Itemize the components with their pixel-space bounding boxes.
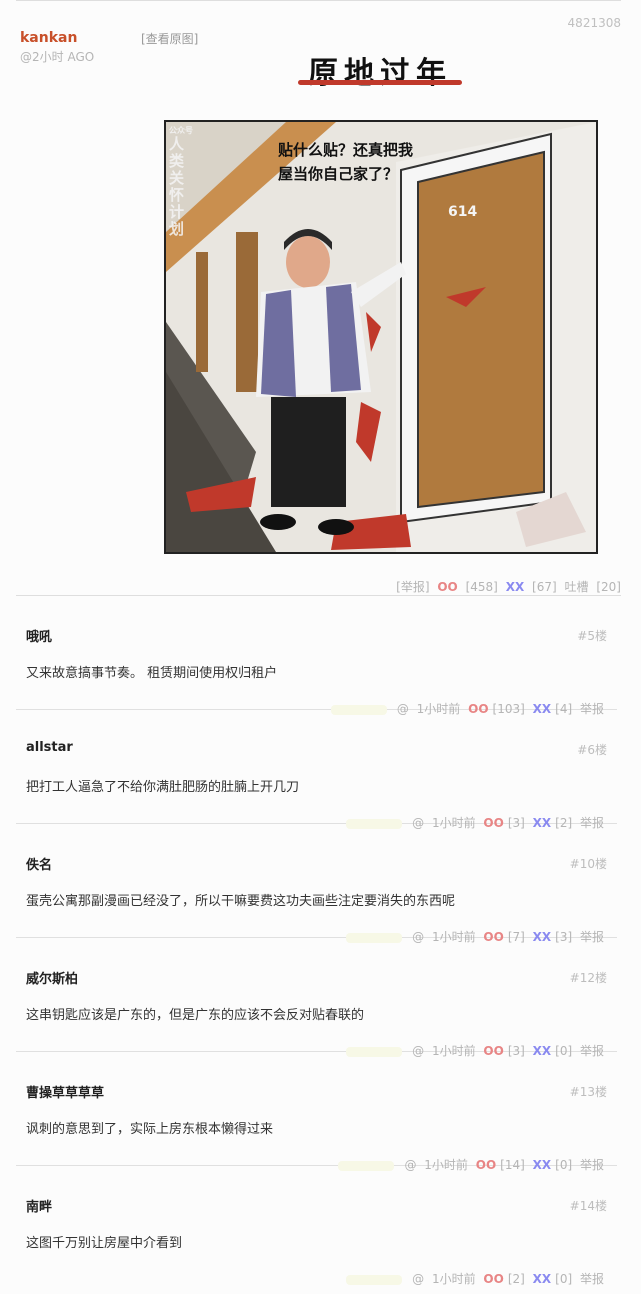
comment: 曹操草草草草 #13楼 讽刺的意思到了，实际上房东根本懒得过来 @ 1小时前 O… [16, 1052, 617, 1172]
oo-button[interactable]: OO [437, 580, 457, 594]
comment: allstar #6楼 把打工人逼急了不给你满肚肥肠的肚腩上开几刀 @ 1小时前… [16, 710, 617, 830]
oo-count: [458] [465, 580, 498, 594]
comment-body: 这图千万别让房屋中介看到 [26, 1236, 183, 1251]
xx-button[interactable]: XX [506, 580, 525, 594]
comment-floor[interactable]: #14楼 [570, 1197, 607, 1214]
divider [16, 0, 621, 1]
comment-body: 这串钥匙应该是广东的，但是广东的应该不会反对贴春联的 [26, 1008, 365, 1023]
post-time: @2小时 AGO [20, 50, 95, 64]
comment-time: 1小时前 [431, 1272, 476, 1286]
xx-button[interactable]: XX [533, 1272, 552, 1286]
tucao-button[interactable]: 吐槽 [565, 580, 589, 594]
comment: 威尔斯柏 #12楼 这串钥匙应该是广东的，但是广东的应该不会反对贴春联的 @ 1… [16, 938, 617, 1058]
oo-button[interactable]: OO [483, 1272, 503, 1286]
comment-actions: @ 1小时前 OO [2] XX [0] 举报 [342, 1270, 604, 1287]
comment-author[interactable]: 南畔 [26, 1196, 52, 1215]
report-button[interactable]: 举报 [580, 1272, 604, 1286]
comment-body: 讽刺的意思到了，实际上房东根本懒得过来 [26, 1122, 274, 1137]
report-button[interactable]: [举报] [396, 580, 429, 594]
speech-bubble: 贴什么贴？还真把我屋当你自己家了？ [278, 141, 414, 183]
comment-floor[interactable]: #12楼 [570, 969, 607, 986]
comment-author[interactable]: 威尔斯柏 [26, 968, 78, 987]
door-number: 614 [448, 204, 478, 220]
post-actions: [举报] OO [458] XX [67] 吐槽 [20] [392, 578, 621, 595]
comment-body: 又来故意搞事节奏。 租赁期间使用权归租户 [26, 666, 278, 681]
highlight [346, 1274, 403, 1285]
comment-floor[interactable]: #13楼 [570, 1083, 607, 1100]
comment-floor[interactable]: #6楼 [577, 741, 607, 758]
oo-count: [2] [507, 1272, 525, 1286]
watermark-text: 人类关怀计划 [169, 135, 185, 238]
xx-count: [0] [555, 1272, 573, 1286]
watermark: 公众号 人类关怀计划 [169, 126, 195, 238]
post-id: 4821308 [567, 16, 621, 30]
comment-author[interactable]: 哦吼 [26, 626, 52, 645]
comic-title: 原地过年 [290, 48, 470, 91]
reply-at-button[interactable]: @ [412, 1272, 424, 1286]
comic-title-text: 原地过年 [308, 56, 452, 91]
comment-floor[interactable]: #10楼 [570, 855, 607, 872]
comment: 佚名 #10楼 蛋壳公寓那副漫画已经没了，所以干嘛要费这功夫画些注定要消失的东西… [16, 824, 617, 944]
xx-count: [67] [532, 580, 557, 594]
comment: 哦吼 #5楼 又来故意搞事节奏。 租赁期间使用权归租户 @ 1小时前 OO [10… [16, 596, 617, 716]
comment-body: 蛋壳公寓那副漫画已经没了，所以干嘛要费这功夫画些注定要消失的东西呢 [26, 894, 456, 909]
view-original-link[interactable]: [查看原图] [141, 30, 198, 47]
post-author[interactable]: kankan [20, 30, 77, 46]
tucao-count: [20] [596, 580, 621, 594]
comment-floor[interactable]: #5楼 [577, 627, 607, 644]
comment-author[interactable]: 佚名 [26, 854, 52, 873]
title-underline [298, 80, 462, 85]
comment-author[interactable]: 曹操草草草草 [26, 1082, 104, 1101]
comment-author[interactable]: allstar [26, 740, 73, 755]
comment-body: 把打工人逼急了不给你满肚肥肠的肚腩上开几刀 [26, 780, 300, 795]
comment: 南畔 #14楼 这图千万别让房屋中介看到 @ 1小时前 OO [2] XX [0] … [16, 1166, 617, 1286]
